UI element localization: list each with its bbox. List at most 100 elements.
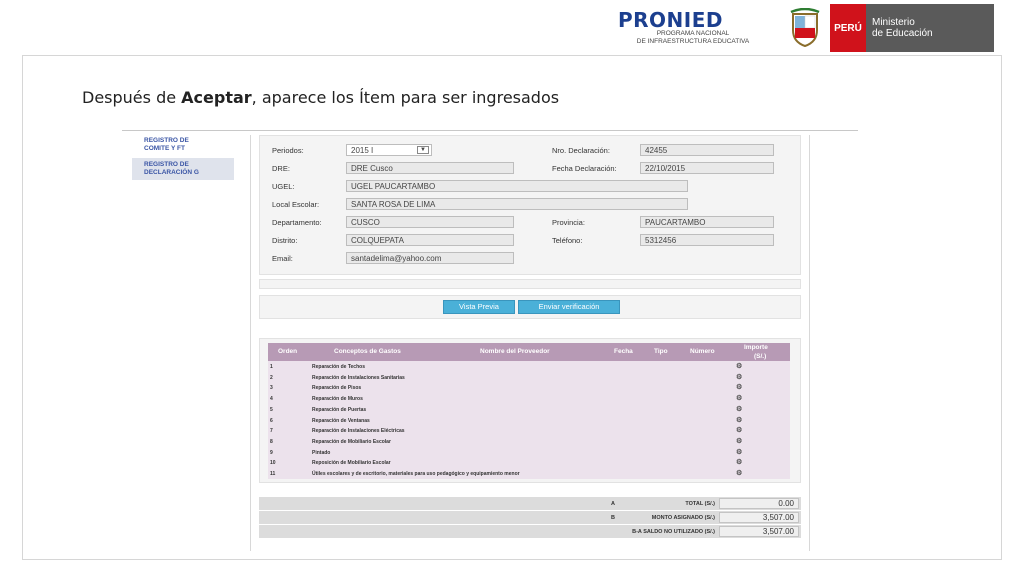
pronied-logo: PRONIED PROGRAMA NACIONAL DE INFRAESTRUC…	[612, 4, 780, 52]
telefono-label: Teléfono:	[552, 236, 583, 245]
nro-declaracion-label: Nro. Declaración:	[552, 146, 610, 155]
provincia-field[interactable]: PAUCARTAMBO	[640, 216, 774, 228]
nav-item-registro-declaracion[interactable]: REGISTRO DE DECLARACIÓN G	[132, 158, 234, 180]
col-proveedor: Nombre del Proveedor	[480, 348, 550, 355]
gear-icon[interactable]: ⚙	[736, 362, 742, 370]
main-panel: Periodos: 2015 I ▼ Nro. Declaración: 424…	[250, 135, 810, 551]
nav-item-registro-comite[interactable]: REGISTRO DE COMITE Y FT	[132, 136, 234, 154]
table-row: 6 Reparación de Ventanas ⚙	[268, 415, 790, 426]
row-concept: Reparación de Instalaciones Eléctricas	[312, 428, 405, 435]
caption-prefix: Después de	[82, 88, 182, 107]
gear-icon[interactable]: ⚙	[736, 383, 742, 391]
total-value: 0.00	[719, 498, 799, 509]
email-label: Email:	[272, 254, 293, 263]
departamento-field[interactable]: CUSCO	[346, 216, 514, 228]
gastos-table: Orden Conceptos de Gastos Nombre del Pro…	[259, 338, 801, 483]
local-escolar-field[interactable]: SANTA ROSA DE LIMA	[346, 198, 688, 210]
col-importe-unit: (S/.)	[754, 353, 767, 360]
table-header: Orden Conceptos de Gastos Nombre del Pro…	[268, 343, 790, 361]
periodos-select[interactable]: 2015 I ▼	[346, 144, 432, 156]
header-bar: PRONIED PROGRAMA NACIONAL DE INFRAESTRUC…	[0, 0, 1024, 56]
table-body: 1 Reparación de Techos ⚙ 2 Reparación de Ins…	[268, 361, 790, 479]
table-row: 10 Reposición de Mobiliario Escolar ⚙	[268, 457, 790, 468]
row-concept: Pintado	[312, 449, 331, 456]
row-concept: Reparación de Mobiliario Escolar	[312, 438, 391, 445]
nro-declaracion-field[interactable]: 42455	[640, 144, 774, 156]
total-label: TOTAL (S/.)	[685, 501, 715, 507]
table-row: 9 Pintado ⚙	[268, 447, 790, 458]
col-importe: Importe	[744, 344, 768, 351]
row-concept: Reparación de Muros	[312, 396, 363, 403]
peru-shield-icon	[780, 4, 830, 52]
app-screenshot: REGISTRO DE COMITE Y FT REGISTRO DE DECL…	[122, 130, 858, 552]
table-row: 8 Reparación de Mobiliario Escolar ⚙	[268, 436, 790, 447]
fecha-declaracion-label: Fecha Declaración:	[552, 164, 617, 173]
totals-section: A TOTAL (S/.) 0.00 B MONTO ASIGNADO (S/.…	[259, 497, 801, 539]
saldo-value: 3,507.00	[719, 526, 799, 537]
monto-label: MONTO ASIGNADO (S/.)	[651, 515, 715, 521]
spacer-strip	[259, 279, 801, 289]
row-concept: Reparación de Pisos	[312, 385, 362, 392]
col-orden: Orden	[278, 348, 298, 355]
distrito-field[interactable]: COLQUEPATA	[346, 234, 514, 246]
gear-icon[interactable]: ⚙	[736, 405, 742, 413]
telefono-field[interactable]: 5312456	[640, 234, 774, 246]
gear-icon[interactable]: ⚙	[736, 373, 742, 381]
table-row: 11 Útiles escolares y de escritorio, mate…	[268, 468, 790, 479]
col-conceptos: Conceptos de Gastos	[334, 348, 401, 355]
row-number: 5	[270, 406, 273, 413]
nav-item-label: REGISTRO DE	[144, 161, 189, 168]
ministerio-line-1: Ministerio	[872, 17, 915, 28]
ministerio-label: Ministerio de Educación	[866, 4, 994, 52]
row-number: 4	[270, 396, 273, 403]
gear-icon[interactable]: ⚙	[736, 437, 742, 445]
total-row: A TOTAL (S/.) 0.00	[259, 497, 801, 510]
local-escolar-label: Local Escolar:	[272, 200, 320, 209]
monto-value: 3,507.00	[719, 512, 799, 523]
saldo-label: B-A SALDO NO UTILIZADO (S/.)	[632, 529, 715, 535]
row-number: 9	[270, 449, 273, 456]
pronied-subtitle-2: DE INFRAESTRUCTURA EDUCATIVA	[636, 38, 750, 45]
nav-item-label: COMITE Y FT	[144, 145, 185, 152]
chevron-down-icon: ▼	[417, 146, 429, 154]
email-field[interactable]: santadelima@yahoo.com	[346, 252, 514, 264]
gear-icon[interactable]: ⚙	[736, 426, 742, 434]
table-row: 5 Reparación de Puertas ⚙	[268, 404, 790, 415]
table-row: 2 Reparación de Instalaciones Sanitarias ⚙	[268, 372, 790, 383]
gear-icon[interactable]: ⚙	[736, 469, 742, 477]
dre-field[interactable]: DRE Cusco	[346, 162, 514, 174]
action-strip: Vista Previa Enviar verificación	[259, 295, 801, 319]
table-row: 3 Reparación de Pisos ⚙	[268, 382, 790, 393]
enviar-verificacion-button[interactable]: Enviar verificación	[518, 300, 620, 314]
gear-icon[interactable]: ⚙	[736, 448, 742, 456]
provincia-label: Provincia:	[552, 218, 585, 227]
caption-bold: Aceptar	[181, 88, 252, 107]
row-number: 6	[270, 417, 273, 424]
periodos-value: 2015 I	[351, 146, 374, 155]
row-concept: Reparación de Ventanas	[312, 417, 370, 424]
peru-label: PERÚ	[830, 4, 866, 52]
gear-icon[interactable]: ⚙	[736, 458, 742, 466]
pronied-title: PRONIED	[618, 8, 724, 32]
row-concept: Útiles escolares y de escritorio, materi…	[312, 471, 520, 477]
row-concept: Reposición de Mobiliario Escolar	[312, 460, 391, 467]
vista-previa-button[interactable]: Vista Previa	[443, 300, 515, 314]
periodos-label: Periodos:	[272, 146, 304, 155]
gear-icon[interactable]: ⚙	[736, 394, 742, 402]
row-number: 11	[270, 471, 276, 477]
row-concept: Reparación de Instalaciones Sanitarias	[312, 374, 405, 381]
col-tipo: Tipo	[654, 348, 668, 355]
logo-block: PRONIED PROGRAMA NACIONAL DE INFRAESTRUC…	[612, 4, 1004, 52]
monto-row: B MONTO ASIGNADO (S/.) 3,507.00	[259, 511, 801, 524]
fecha-declaracion-field[interactable]: 22/10/2015	[640, 162, 774, 174]
dre-label: DRE:	[272, 164, 290, 173]
table-row: 4 Reparación de Muros ⚙	[268, 393, 790, 404]
ugel-label: UGEL:	[272, 182, 295, 191]
ugel-field[interactable]: UGEL PAUCARTAMBO	[346, 180, 688, 192]
ministerio-line-2: de Educación	[872, 28, 933, 39]
nav-item-label: REGISTRO DE	[144, 137, 189, 144]
row-number: 1	[270, 364, 273, 370]
left-nav: REGISTRO DE COMITE Y FT REGISTRO DE DECL…	[132, 136, 234, 180]
gear-icon[interactable]: ⚙	[736, 416, 742, 424]
monto-letter: B	[611, 515, 615, 521]
